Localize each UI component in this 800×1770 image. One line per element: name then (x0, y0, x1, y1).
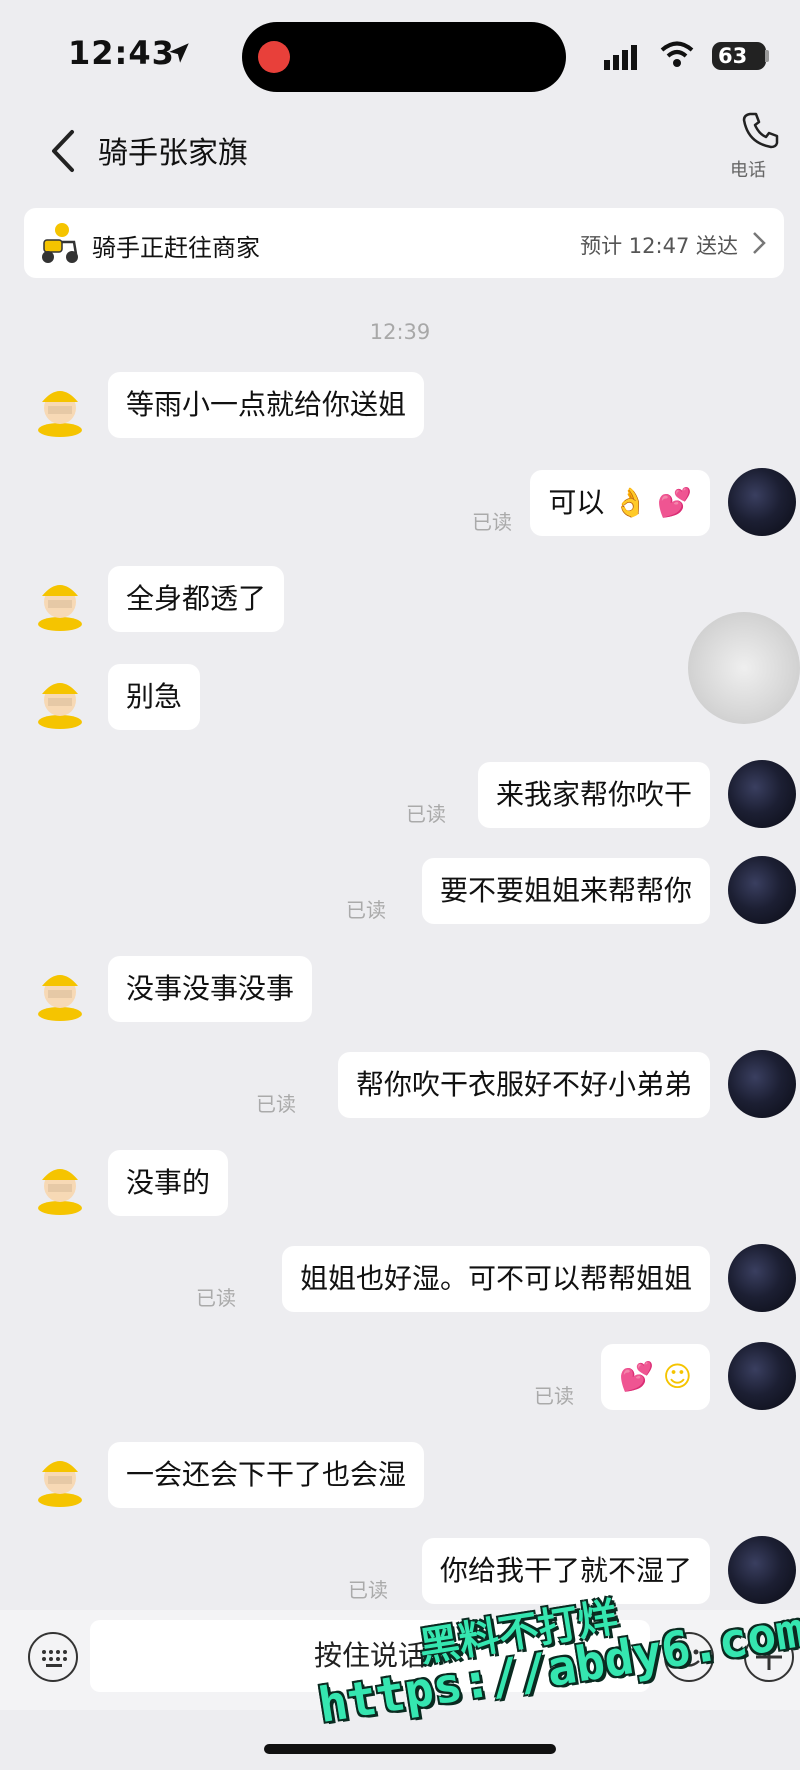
outgoing-message-bubble[interactable]: 可以 👌 💕 (530, 470, 710, 536)
incoming-message-bubble[interactable]: 一会还会下干了也会湿 (108, 1442, 425, 1508)
rider-avatar[interactable] (30, 1448, 90, 1508)
battery-level: 63 (718, 44, 748, 68)
dynamic-island (242, 22, 566, 92)
rider-avatar[interactable] (30, 572, 90, 632)
two-hearts-emoji-icon: 💕 (657, 486, 692, 519)
outgoing-message-bubble[interactable]: 来我家帮你吹干 (477, 762, 710, 828)
cellular-signal-icon (604, 45, 637, 70)
outgoing-message-bubble[interactable]: 姐姐也好湿。可不可以帮帮姐姐 (281, 1246, 710, 1312)
phone-icon (742, 112, 779, 149)
rider-avatar[interactable] (30, 670, 90, 730)
delivery-status-banner[interactable]: 骑手正赶往商家 预计 12:47 送达 (24, 208, 784, 278)
read-receipt: 已读 (196, 1286, 236, 1310)
battery-cap (765, 50, 769, 62)
read-receipt: 已读 (256, 1092, 296, 1116)
read-receipt: 已读 (472, 510, 512, 534)
floating-assist-ball[interactable] (688, 612, 800, 724)
phone-call-button[interactable]: 电话 (728, 110, 788, 190)
location-arrow-icon (169, 43, 189, 63)
rider-avatar[interactable] (30, 962, 90, 1022)
user-avatar[interactable] (728, 1244, 796, 1312)
keyboard-toggle-button[interactable] (28, 1632, 78, 1682)
incoming-message-bubble[interactable]: 没事的 (108, 1150, 229, 1216)
outgoing-message-bubble[interactable]: 帮你吹干衣服好不好小弟弟 (337, 1052, 710, 1118)
rider-status-text: 骑手正赶往商家 (92, 234, 260, 262)
chevron-right-icon (753, 232, 766, 254)
user-avatar[interactable] (728, 1342, 796, 1410)
message-text: 可以 (548, 486, 605, 519)
ok-hand-emoji-icon: 👌 (613, 486, 649, 519)
rider-avatar[interactable] (30, 1156, 90, 1216)
incoming-message-bubble[interactable]: 等雨小一点就给你送姐 (108, 372, 425, 438)
incoming-message-bubble[interactable]: 全身都透了 (108, 566, 285, 632)
user-avatar[interactable] (728, 1536, 796, 1604)
status-time: 12:43 (68, 34, 175, 72)
status-bar: 12:43 63 (0, 0, 800, 110)
recording-indicator-icon (258, 41, 290, 73)
rider-avatar[interactable] (30, 378, 90, 438)
wifi-icon (660, 41, 694, 67)
phone-label: 电话 (730, 160, 766, 181)
read-receipt: 已读 (406, 802, 446, 826)
chat-title: 骑手张家旗 (98, 136, 248, 171)
two-hearts-emoji-icon: 💕 (619, 1360, 654, 1393)
incoming-message-bubble[interactable]: 没事没事没事 (108, 956, 313, 1022)
read-receipt: 已读 (348, 1578, 388, 1602)
read-receipt: 已读 (346, 898, 386, 922)
battery-indicator: 63 (712, 42, 766, 70)
outgoing-message-bubble[interactable]: 要不要姐姐来帮帮你 (421, 858, 710, 924)
chat-header: 骑手张家旗 电话 (0, 110, 800, 200)
user-avatar[interactable] (728, 1050, 796, 1118)
user-avatar[interactable] (728, 760, 796, 828)
user-avatar[interactable] (728, 856, 796, 924)
outgoing-message-bubble[interactable]: 💕 ☺ (601, 1344, 710, 1410)
read-receipt: 已读 (534, 1384, 574, 1408)
rider-scooter-icon (42, 223, 78, 263)
message-timestamp: 12:39 (369, 320, 431, 344)
keyboard-icon (42, 1650, 67, 1667)
smiling-face-emoji-icon: ☺ (662, 1360, 692, 1393)
home-indicator (264, 1744, 556, 1754)
user-avatar[interactable] (728, 468, 796, 536)
back-chevron-icon[interactable] (44, 126, 84, 176)
incoming-message-bubble[interactable]: 别急 (108, 664, 201, 730)
delivery-eta: 预计 12:47 送达 (580, 234, 738, 258)
